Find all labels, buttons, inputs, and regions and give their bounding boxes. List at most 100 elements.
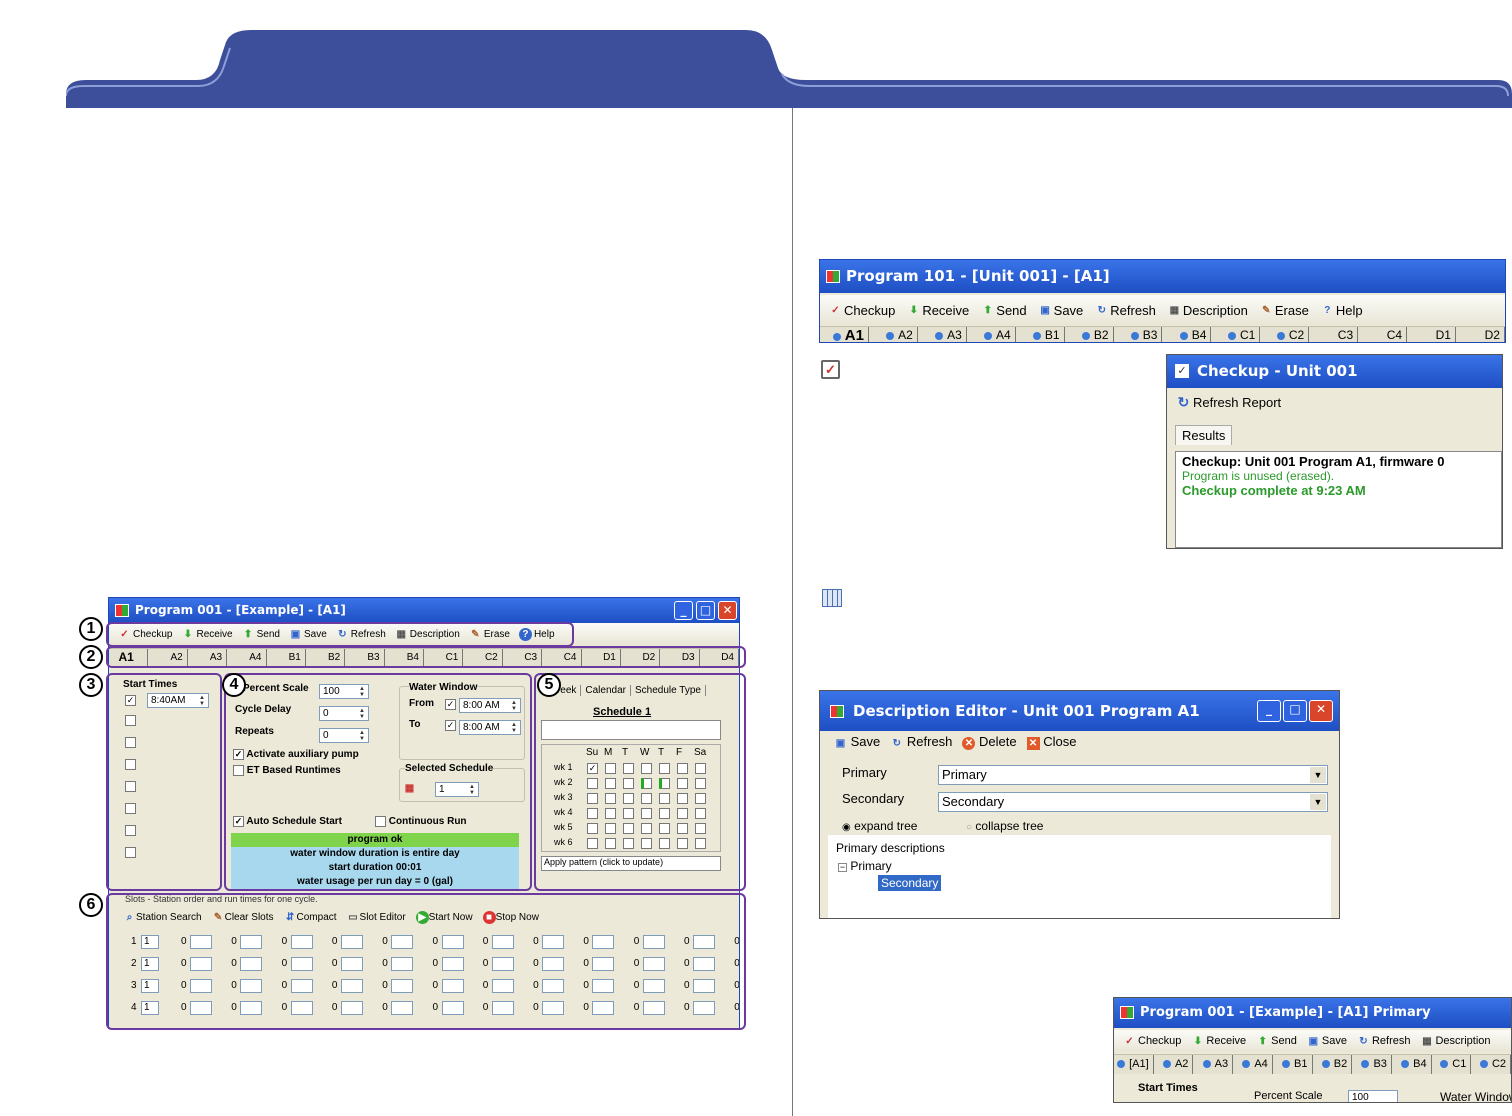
slot-editor-button[interactable]: ▭ Slot Editor <box>347 911 405 924</box>
secondary-select[interactable]: Secondary ▼ <box>938 792 1328 812</box>
to-time-input[interactable]: 8:00 AM ▲ ▼ <box>459 720 521 735</box>
program-tab[interactable]: B1 <box>1016 327 1065 342</box>
start-time-checkbox[interactable] <box>125 825 136 836</box>
runtime-input[interactable] <box>340 1001 363 1015</box>
toolbar-button[interactable]: ▦ Description <box>1417 1035 1493 1048</box>
spinner-icon[interactable]: ▲ ▼ <box>467 784 477 796</box>
program-tab[interactable]: B3 <box>1352 1055 1392 1074</box>
runtime-input[interactable] <box>592 979 615 993</box>
send-button[interactable]: ⬆ Send <box>239 628 283 641</box>
program-tab[interactable]: [A1] <box>1114 1055 1154 1074</box>
day-checkbox[interactable] <box>587 808 598 819</box>
toolbar-button[interactable]: ✓ Checkup <box>826 303 898 318</box>
runtime-input[interactable] <box>340 979 363 993</box>
spinner-icon[interactable]: ▲ ▼ <box>357 686 367 698</box>
runtime-input[interactable] <box>340 957 363 971</box>
auto-schedule-option[interactable]: ✓ Auto Schedule Start <box>233 816 342 827</box>
day-checkbox[interactable] <box>641 778 652 789</box>
toolbar-button[interactable]: ✓ Checkup <box>1120 1035 1184 1048</box>
clear-slots-button[interactable]: ✎ Clear Slots <box>212 911 274 924</box>
runtime-input[interactable] <box>592 935 615 949</box>
toolbar-button[interactable]: ✎ Erase <box>1257 303 1312 318</box>
to-checkbox[interactable]: ✓ <box>445 720 456 731</box>
start-time-checkbox-1[interactable]: ✓ <box>125 694 136 706</box>
collapse-minus-icon[interactable]: − <box>838 863 847 872</box>
program-tab[interactable]: C2 <box>1471 1055 1511 1074</box>
repeats-input[interactable]: 0 ▲ ▼ <box>319 728 369 743</box>
aux-pump-option[interactable]: ✓ Activate auxiliary pump <box>233 749 359 760</box>
day-checkbox[interactable] <box>641 823 652 834</box>
percent-scale-input[interactable]: 100 <box>1348 1090 1398 1102</box>
runtime-input[interactable] <box>391 957 414 971</box>
save-button[interactable]: ▣ Save <box>286 628 330 641</box>
day-checkbox[interactable] <box>605 808 616 819</box>
refresh-button[interactable]: ↻ Refresh <box>890 734 953 750</box>
refresh-button[interactable]: ↻ Refresh <box>333 628 389 641</box>
day-checkbox[interactable] <box>623 838 634 849</box>
erase-button[interactable]: ✎ Erase <box>466 628 513 641</box>
spinner-icon[interactable]: ▲ ▼ <box>509 722 519 734</box>
day-checkbox[interactable] <box>587 823 598 834</box>
program-tab[interactable]: B1 <box>267 649 306 666</box>
program-tab[interactable]: C3 <box>503 649 543 666</box>
maximize-button[interactable]: □ <box>696 601 715 620</box>
runtime-input[interactable] <box>693 957 715 971</box>
spinner-icon[interactable]: ▲ ▼ <box>197 695 207 707</box>
program-tab[interactable]: A1 <box>820 327 869 342</box>
runtime-input[interactable] <box>491 935 514 949</box>
tab-results[interactable]: Results <box>1175 425 1233 445</box>
runtime-input[interactable] <box>642 979 665 993</box>
compact-button[interactable]: ⇵ Compact <box>284 911 337 924</box>
toolbar-button[interactable]: ⬇ Receive <box>1188 1035 1249 1048</box>
chevron-down-icon[interactable]: ▼ <box>1310 767 1326 783</box>
runtime-input[interactable] <box>642 957 665 971</box>
start-time-checkbox[interactable] <box>125 759 136 770</box>
program-tab[interactable]: D1 <box>1407 327 1456 342</box>
station-input[interactable]: 1 <box>141 1001 159 1015</box>
day-checkbox[interactable] <box>659 823 670 834</box>
runtime-input[interactable] <box>491 1001 514 1015</box>
cycle-delay-input[interactable]: 0 ▲ ▼ <box>319 706 369 721</box>
minimize-button[interactable]: _ <box>1257 700 1281 722</box>
runtime-input[interactable] <box>542 979 565 993</box>
start-time-checkbox[interactable] <box>125 847 136 858</box>
expand-tree-option[interactable]: ◉ expand tree <box>842 819 917 833</box>
refresh-report-button[interactable]: ↻ Refresh Report <box>1177 395 1282 410</box>
program-tab[interactable]: A2 <box>1154 1055 1194 1074</box>
program-tab[interactable]: C2 <box>463 649 503 666</box>
tab-calendar[interactable]: Calendar <box>581 685 631 696</box>
day-checkbox[interactable] <box>695 808 706 819</box>
day-checkbox[interactable] <box>605 823 616 834</box>
et-runtimes-option[interactable]: ET Based Runtimes <box>233 765 341 776</box>
continuous-run-option[interactable]: Continuous Run <box>375 816 467 827</box>
day-checkbox[interactable] <box>677 808 688 819</box>
day-checkbox[interactable] <box>659 838 670 849</box>
start-time-input-1[interactable]: 8:40AM ▲ ▼ <box>147 693 209 708</box>
minimize-button[interactable]: _ <box>674 601 693 620</box>
day-checkbox[interactable] <box>623 763 634 774</box>
runtime-input[interactable] <box>542 1001 565 1015</box>
day-checkbox[interactable] <box>677 823 688 834</box>
spinner-icon[interactable]: ▲ ▼ <box>357 730 367 742</box>
program-tab[interactable]: C4 <box>1358 327 1408 342</box>
radio-selected-icon[interactable]: ◉ <box>842 822 851 833</box>
continuous-run-checkbox[interactable] <box>375 816 386 827</box>
program-tab[interactable]: B3 <box>345 649 385 666</box>
program-tab[interactable]: B3 <box>1114 327 1163 342</box>
start-time-checkbox[interactable] <box>125 737 136 748</box>
toolbar-button[interactable]: ⬆ Send <box>978 303 1029 318</box>
start-now-button[interactable]: ▶ Start Now <box>415 911 473 924</box>
runtime-input[interactable] <box>693 979 715 993</box>
runtime-input[interactable] <box>642 1001 665 1015</box>
runtime-input[interactable] <box>693 935 715 949</box>
day-checkbox[interactable] <box>641 838 652 849</box>
program-tab[interactable]: C1 <box>1432 1055 1472 1074</box>
toolbar-button[interactable]: ▦ Description <box>1165 303 1251 318</box>
tree-node-primary[interactable]: − Primary <box>838 859 892 873</box>
station-input[interactable]: 1 <box>141 935 159 949</box>
tab-schedule-type[interactable]: Schedule Type <box>631 685 706 696</box>
runtime-input[interactable] <box>642 935 665 949</box>
spinner-icon[interactable]: ▲ ▼ <box>509 700 519 712</box>
close-button[interactable]: ✕ Close <box>1026 734 1077 750</box>
runtime-input[interactable] <box>190 979 212 993</box>
